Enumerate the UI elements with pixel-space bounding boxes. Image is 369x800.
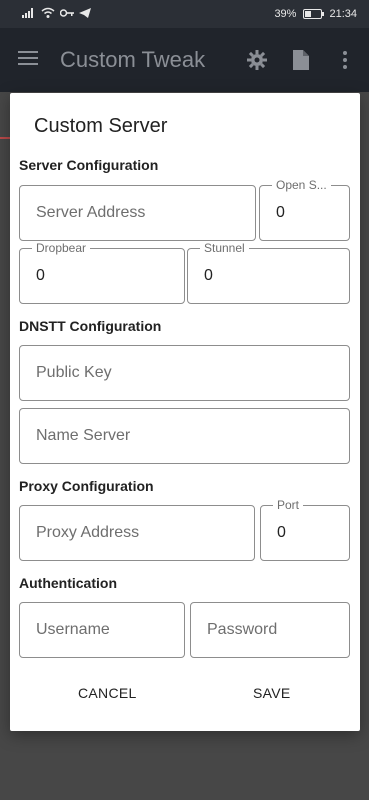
battery-percent: 39% [274,8,297,20]
server-address-input[interactable] [20,186,255,240]
settings-gear-icon[interactable] [247,48,267,72]
name-server-input[interactable] [20,409,349,463]
proxy-address-input[interactable] [20,506,254,560]
public-key-field[interactable] [19,345,350,401]
dialog-title: Custom Server [34,115,168,137]
background-accent [0,137,10,139]
proxy-port-input[interactable] [261,506,349,560]
clock: 21:34 [329,8,357,20]
file-icon[interactable] [291,48,311,72]
telegram-icon [79,7,91,21]
username-input[interactable] [20,603,184,657]
proxy-port-field[interactable]: Port [260,498,350,561]
section-proxy-configuration: Proxy Configuration [19,478,154,494]
dropbear-port-field[interactable]: Dropbear [19,241,185,304]
dropbear-port-input[interactable] [20,249,184,303]
section-server-configuration: Server Configuration [19,157,159,173]
status-bar: 39% 21:34 [0,0,369,28]
section-authentication: Authentication [19,575,117,591]
key-icon [59,8,74,21]
section-dnstt-configuration: DNSTT Configuration [19,318,162,334]
cancel-button[interactable]: CANCEL [68,679,147,707]
more-vert-icon[interactable] [335,48,355,72]
stunnel-port-input[interactable] [188,249,349,303]
save-button[interactable]: SAVE [243,679,301,707]
open-ssh-port-field[interactable]: Open S... [259,178,350,241]
menu-icon[interactable] [18,50,38,71]
signal-icon [22,7,36,21]
app-title: Custom Tweak [60,47,206,72]
password-input[interactable] [191,603,349,657]
open-ssh-port-input[interactable] [260,186,349,240]
app-bar: Custom Tweak [0,28,369,92]
wifi-icon [41,7,55,21]
battery-icon [303,9,325,19]
stunnel-port-field[interactable]: Stunnel [187,241,350,304]
password-field[interactable] [190,602,350,658]
custom-server-dialog: Custom Server Server Configuration Open … [10,93,360,731]
username-field[interactable] [19,602,185,658]
name-server-field[interactable] [19,408,350,464]
proxy-address-field[interactable] [19,505,255,561]
public-key-input[interactable] [20,346,349,400]
server-address-field[interactable] [19,185,256,241]
